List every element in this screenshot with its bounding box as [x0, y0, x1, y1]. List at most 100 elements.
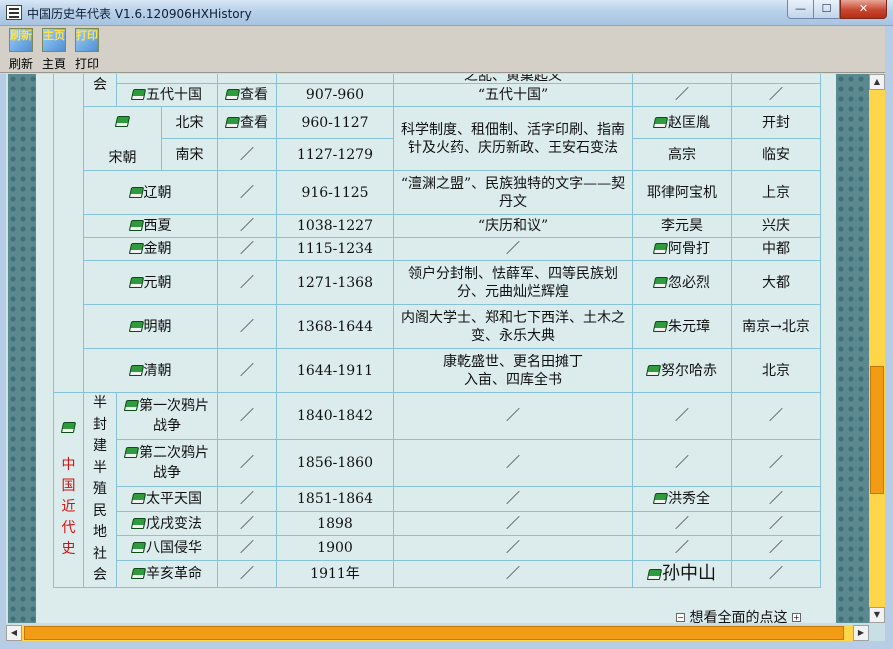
founder-cell: 耶律阿宝机: [632, 170, 732, 215]
home-button[interactable]: 主页 主頁: [38, 28, 70, 71]
table-row[interactable]: 明朝 ／ 1368-1644 内阁大学士、郑和七下西洋、土木之变、永乐大典 朱元…: [54, 304, 821, 349]
capital-cell: 兴庆: [731, 214, 821, 238]
event-name-cell[interactable]: 辛亥革命: [116, 559, 218, 588]
print-icon: 打印: [75, 28, 99, 52]
founder-cell[interactable]: 忽必烈: [632, 260, 732, 305]
event-name-cell[interactable]: 太平天国: [116, 486, 218, 512]
see-full-link[interactable]: − 想看全面的点这 +: [676, 607, 801, 623]
book-icon: [123, 447, 140, 459]
scroll-right-arrow-icon[interactable]: ▶: [853, 625, 869, 641]
refresh-button[interactable]: 刷新 刷新: [5, 28, 37, 71]
window-frame-right: [885, 26, 893, 649]
event-name-cell[interactable]: 八国侵华: [116, 535, 218, 561]
table-row[interactable]: 清朝 ／ 1644-1911 康乾盛世、更名田摊丁入亩、四库全书 努尔哈赤 北京: [54, 348, 821, 393]
dynasty-cell: 南宋: [161, 138, 218, 171]
dynasty-cell[interactable]: 金朝: [83, 237, 218, 261]
horizontal-scroll-thumb[interactable]: [24, 626, 844, 640]
event-name-cell[interactable]: 第二次鸦片战争: [116, 439, 218, 488]
capital-cell: 上京: [731, 170, 821, 215]
founder-cell[interactable]: 赵匡胤: [632, 106, 732, 139]
book-icon: [60, 422, 76, 434]
capital-cell: ／: [731, 439, 821, 488]
book-icon: [130, 567, 147, 579]
dynasty-cell[interactable]: 北宋: [161, 106, 218, 139]
home-icon: 主页: [42, 28, 66, 52]
close-button[interactable]: ✕: [840, 0, 887, 19]
years-cell: 1127-1279: [276, 138, 394, 171]
table-row[interactable]: 辽朝 ／ 916-1125 “澶渊之盟”、民族独特的文字——契丹文 耶律阿宝机 …: [54, 170, 821, 215]
era-cell-modern[interactable]: 中国近代史: [53, 392, 84, 588]
event-cell: ／: [393, 439, 633, 488]
print-button[interactable]: 打印 打印: [71, 28, 103, 71]
vertical-scroll-thumb[interactable]: [870, 366, 884, 494]
book-icon: [224, 89, 241, 100]
dynasty-cell[interactable]: 元朝: [83, 260, 218, 305]
book-icon: [130, 542, 147, 554]
window-frame-bottom: [0, 641, 893, 649]
song-cell: 宋朝: [83, 106, 162, 171]
founder-cell[interactable]: 孙中山: [632, 559, 732, 588]
refresh-label: 刷新: [8, 57, 33, 71]
event-name-cell[interactable]: 第一次鸦片战争: [116, 391, 218, 441]
minimize-button[interactable]: —: [787, 0, 814, 19]
years-cell: 907-960: [276, 83, 394, 107]
scroll-left-arrow-icon[interactable]: ◀: [6, 625, 22, 641]
left-pattern: [8, 74, 36, 623]
capital-cell: ／: [731, 559, 821, 588]
years-cell: 960-1127: [276, 106, 394, 139]
view-cell: ／: [217, 535, 277, 561]
table-row[interactable]: 金朝 ／ 1115-1234 ／ 阿骨打 中都: [54, 237, 821, 261]
years-cell: 1038-1227: [276, 214, 394, 238]
book-icon: [652, 243, 669, 254]
table-row[interactable]: 元朝 ／ 1271-1368 领户分封制、怯薛军、四等民族划分、元曲灿烂辉煌 忽…: [54, 260, 821, 305]
founder-cell: ／: [632, 83, 732, 107]
view-cell: ／: [217, 170, 277, 215]
dynasty-cell[interactable]: 辽朝: [83, 170, 218, 215]
scroll-down-arrow-icon[interactable]: ▼: [869, 607, 885, 623]
view-cell: ／: [217, 304, 277, 349]
table-row[interactable]: 中国近代史 半封建半殖民地社会 第一次鸦片战争 ／ 1840-1842 ／ ／ …: [53, 391, 821, 588]
capital-cell: 中都: [731, 237, 821, 261]
founder-cell[interactable]: 阿骨打: [632, 237, 732, 261]
founder-cell: ／: [632, 510, 732, 537]
capital-cell: 大都: [731, 260, 821, 305]
founder-cell[interactable]: 洪秀全: [632, 486, 732, 512]
capital-cell: ／: [731, 83, 821, 107]
book-icon: [652, 492, 669, 504]
table-row[interactable]: 戊戌变法 ／ 1898 ／ ／ ／: [54, 510, 821, 537]
event-name-cell[interactable]: 戊戌变法: [116, 510, 218, 537]
capital-cell: 开封: [731, 106, 821, 139]
view-cell: ／: [217, 391, 277, 441]
dynasty-cell[interactable]: 明朝: [83, 304, 218, 349]
event-cell: 内阁大学士、郑和七下西洋、土木之变、永乐大典: [393, 304, 633, 349]
view-link[interactable]: 查看: [217, 106, 277, 139]
dynasty-cell[interactable]: 清朝: [83, 348, 218, 393]
history-table: 会 之乱、黄巢起义 五代十国 查看 907-960 “五代十国” ／ ／ 宋朝 …: [53, 74, 821, 588]
vertical-scrollbar[interactable]: ▲ ▼: [869, 74, 885, 623]
scroll-up-arrow-icon[interactable]: ▲: [869, 74, 885, 90]
table-row[interactable]: 八国侵华 ／ 1900 ／ ／ ／: [54, 535, 821, 561]
table-row[interactable]: 宋朝 北宋 查看 960-1127 科学制度、租佃制、活字印刷、指南针及火药、庆…: [54, 106, 821, 171]
table-row[interactable]: 太平天国 ／ 1851-1864 ／ 洪秀全 ／: [54, 486, 821, 512]
capital-cell: ／: [731, 535, 821, 561]
dynasty-cell[interactable]: 五代十国: [116, 83, 218, 107]
years-cell: 1851-1864: [276, 486, 394, 512]
table-row[interactable]: 第二次鸦片战争 ／ 1856-1860 ／ ／ ／: [54, 439, 821, 488]
table-row[interactable]: 五代十国 查看 907-960 “五代十国” ／ ／: [54, 83, 821, 107]
horizontal-scrollbar[interactable]: ◀ ▶: [6, 625, 869, 641]
book-icon: [645, 364, 662, 376]
maximize-button[interactable]: ☐: [813, 0, 840, 19]
event-cell: ／: [393, 510, 633, 537]
founder-cell[interactable]: 朱元璋: [632, 304, 732, 349]
view-cell: ／: [217, 237, 277, 261]
view-cell: ／: [217, 260, 277, 305]
view-cell: ／: [217, 138, 277, 171]
table-row[interactable]: 西夏 ／ 1038-1227 “庆历和议” 李元昊 兴庆: [54, 214, 821, 238]
view-cell: ／: [217, 348, 277, 393]
view-link[interactable]: 查看: [217, 83, 277, 107]
book-icon: [128, 364, 144, 376]
years-cell: 1271-1368: [276, 260, 394, 305]
founder-cell[interactable]: 努尔哈赤: [632, 348, 732, 393]
table-row[interactable]: 辛亥革命 ／ 1911年 ／ 孙中山 ／: [54, 559, 821, 588]
dynasty-cell[interactable]: 西夏: [83, 214, 218, 238]
